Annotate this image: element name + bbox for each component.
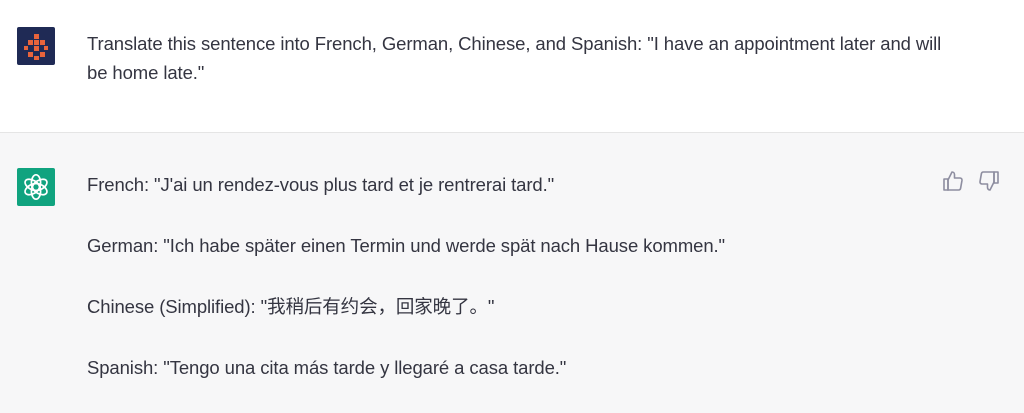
user-message-text: Translate this sentence into French, Ger…	[87, 33, 942, 83]
answer-line-chinese: Chinese (Simplified): "我稍后有约会，回家晚了。"	[87, 296, 495, 317]
answer-line-german: German: "Ich habe später einen Termin un…	[87, 235, 726, 256]
openai-logo-icon	[24, 173, 48, 201]
thumbs-down-icon	[979, 171, 999, 191]
thumbs-down-button[interactable]	[977, 169, 1001, 193]
assistant-message-row: French: "J'ai un rendez-vous plus tard e…	[0, 133, 1024, 413]
user-message-row: Translate this sentence into French, Ger…	[0, 0, 1024, 133]
user-avatar	[17, 27, 55, 65]
answer-line-spanish: Spanish: "Tengo una cita más tarde y lle…	[87, 357, 567, 378]
assistant-avatar	[17, 168, 55, 206]
thumbs-up-icon	[943, 171, 963, 191]
answer-line-french: French: "J'ai un rendez-vous plus tard e…	[87, 174, 555, 195]
user-avatar-icon	[24, 34, 48, 60]
thumbs-up-button[interactable]	[941, 169, 965, 193]
